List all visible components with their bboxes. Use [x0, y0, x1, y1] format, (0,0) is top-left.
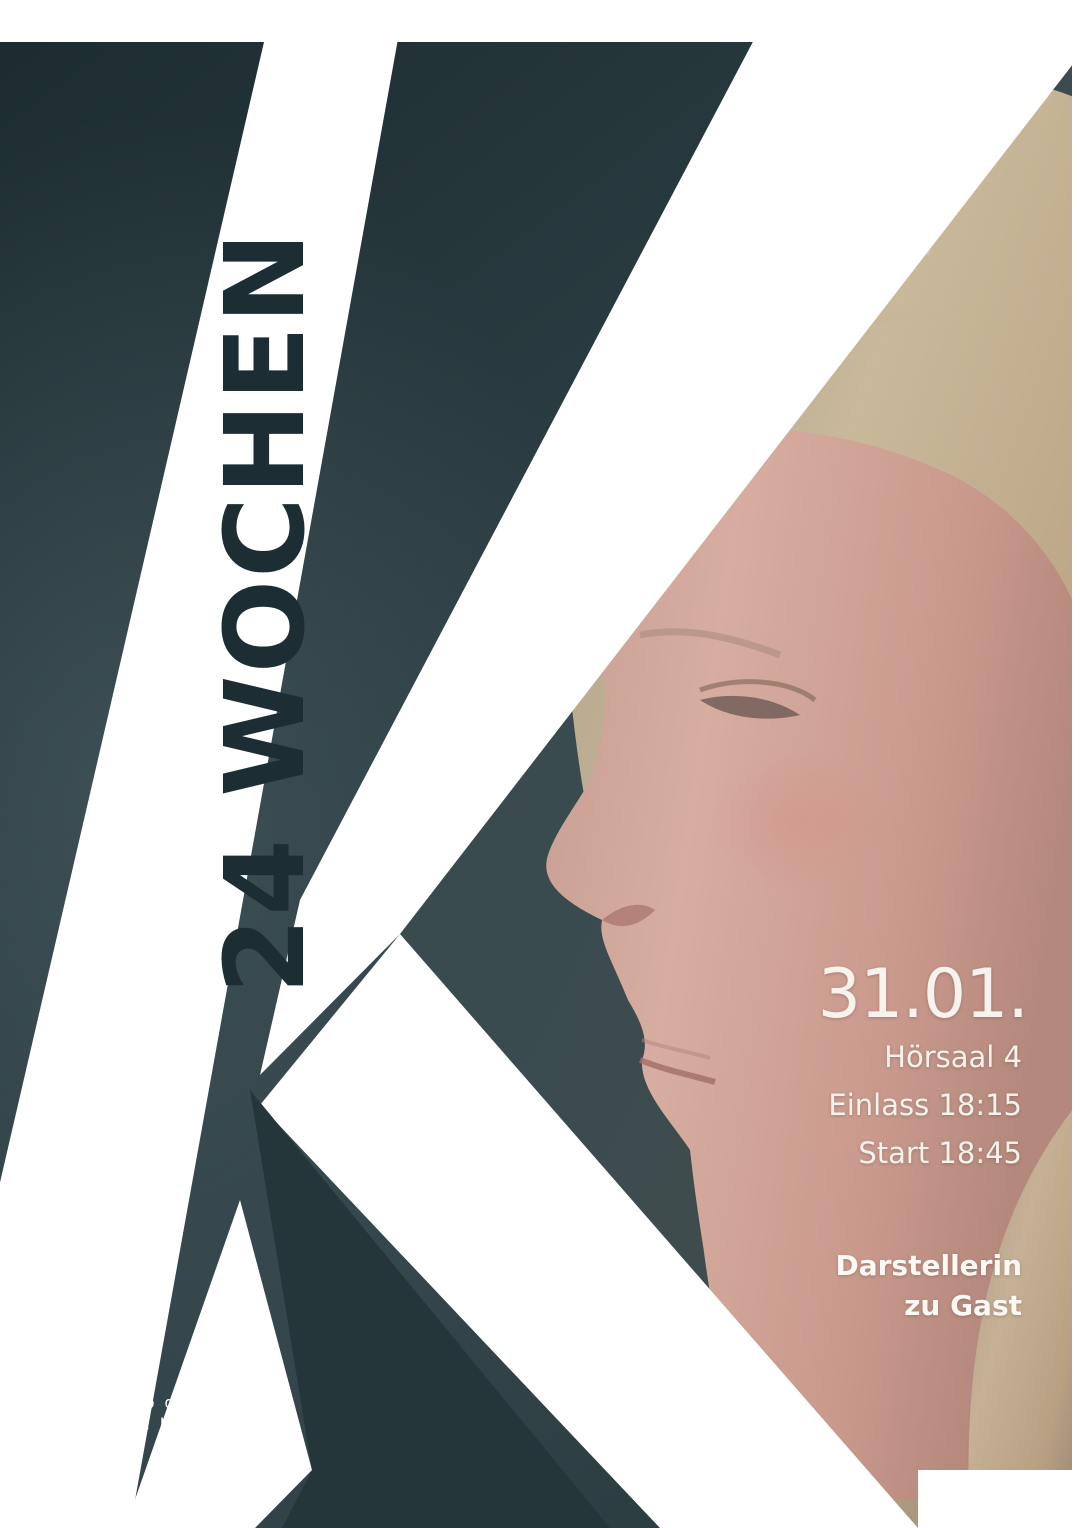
- guest-note: Darstellerin zu Gast: [835, 1246, 1022, 1326]
- organizer-credit: Das Kino der Universität Leipzig: [44, 1392, 227, 1434]
- guest-note-line2: zu Gast: [904, 1289, 1022, 1322]
- organizer-line2: Universität Leipzig: [44, 1414, 228, 1433]
- screening-admission: Einlass 18:15: [828, 1087, 1022, 1122]
- screening-date: 31.01.: [817, 955, 1029, 1034]
- poster: 24 WOCHEN 31.01. Hörsaal 4 Einlass 18:15…: [0, 0, 1080, 1528]
- screening-info: 31.01. Hörsaal 4 Einlass 18:15 Start 18:…: [818, 957, 1029, 1177]
- screening-start: Start 18:45: [858, 1135, 1022, 1170]
- guest-note-line1: Darstellerin: [835, 1249, 1022, 1282]
- film-title-text: 24 WOCHEN: [201, 229, 329, 995]
- screening-venue: Hörsaal 4: [884, 1039, 1022, 1074]
- organizer-line1: Das Kino der: [77, 1393, 194, 1412]
